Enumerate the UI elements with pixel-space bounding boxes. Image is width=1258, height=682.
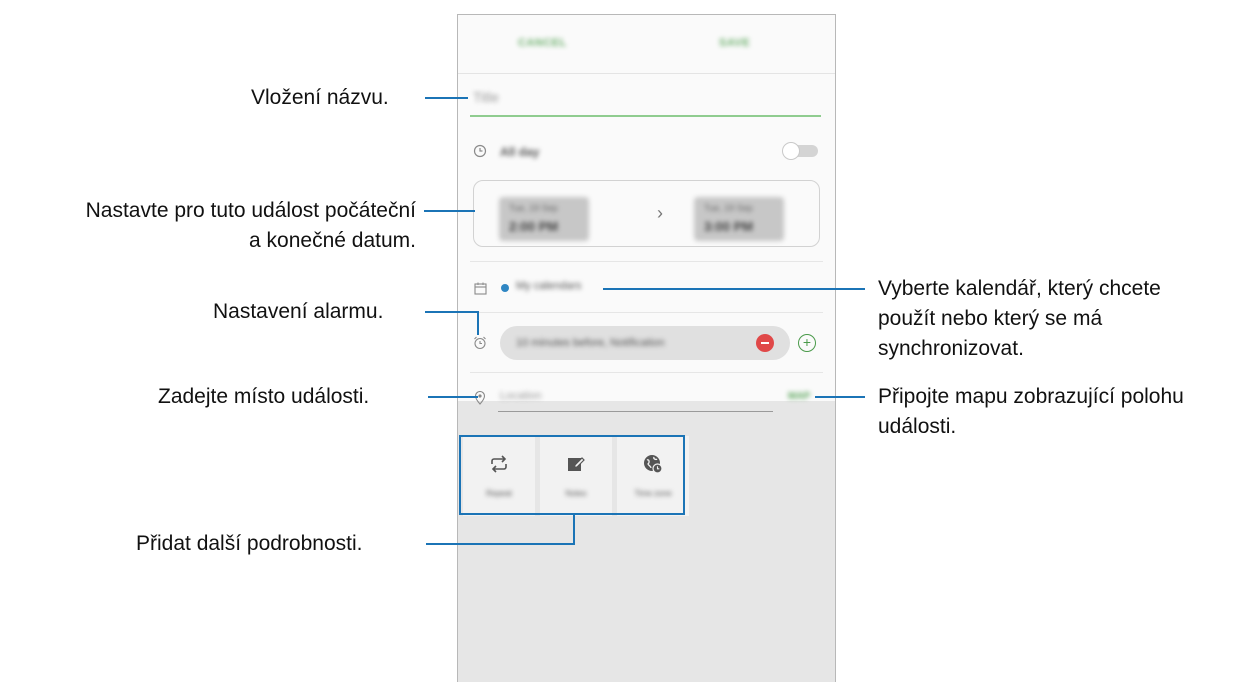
- callout-dates: Nastavte pro tuto událost počáteční a ko…: [7, 196, 416, 256]
- callout-map-line2: události.: [878, 415, 957, 438]
- callout-calendar-line2: použít nebo který se má: [878, 307, 1103, 330]
- callout-map-line1: Připojte mapu zobrazující polohu: [878, 385, 1184, 408]
- callout-calendar-line1: Vyberte kalendář, který chcete: [878, 277, 1161, 300]
- callout-calendar-line3: synchronizovat.: [878, 337, 1024, 360]
- callout-location: Zadejte místo události.: [158, 385, 370, 408]
- callout-dates-line1: Nastavte pro tuto událost počáteční: [85, 199, 416, 222]
- callout-details: Přidat další podrobnosti.: [136, 532, 363, 555]
- callout-alarm: Nastavení alarmu.: [213, 300, 384, 323]
- callout-calendar: Vyberte kalendář, který chcete použít ne…: [878, 274, 1161, 364]
- callout-dates-line2: a konečné datum.: [249, 229, 416, 252]
- callout-title: Vložení názvu.: [251, 86, 389, 109]
- callout-map: Připojte mapu zobrazující polohu událost…: [878, 382, 1184, 442]
